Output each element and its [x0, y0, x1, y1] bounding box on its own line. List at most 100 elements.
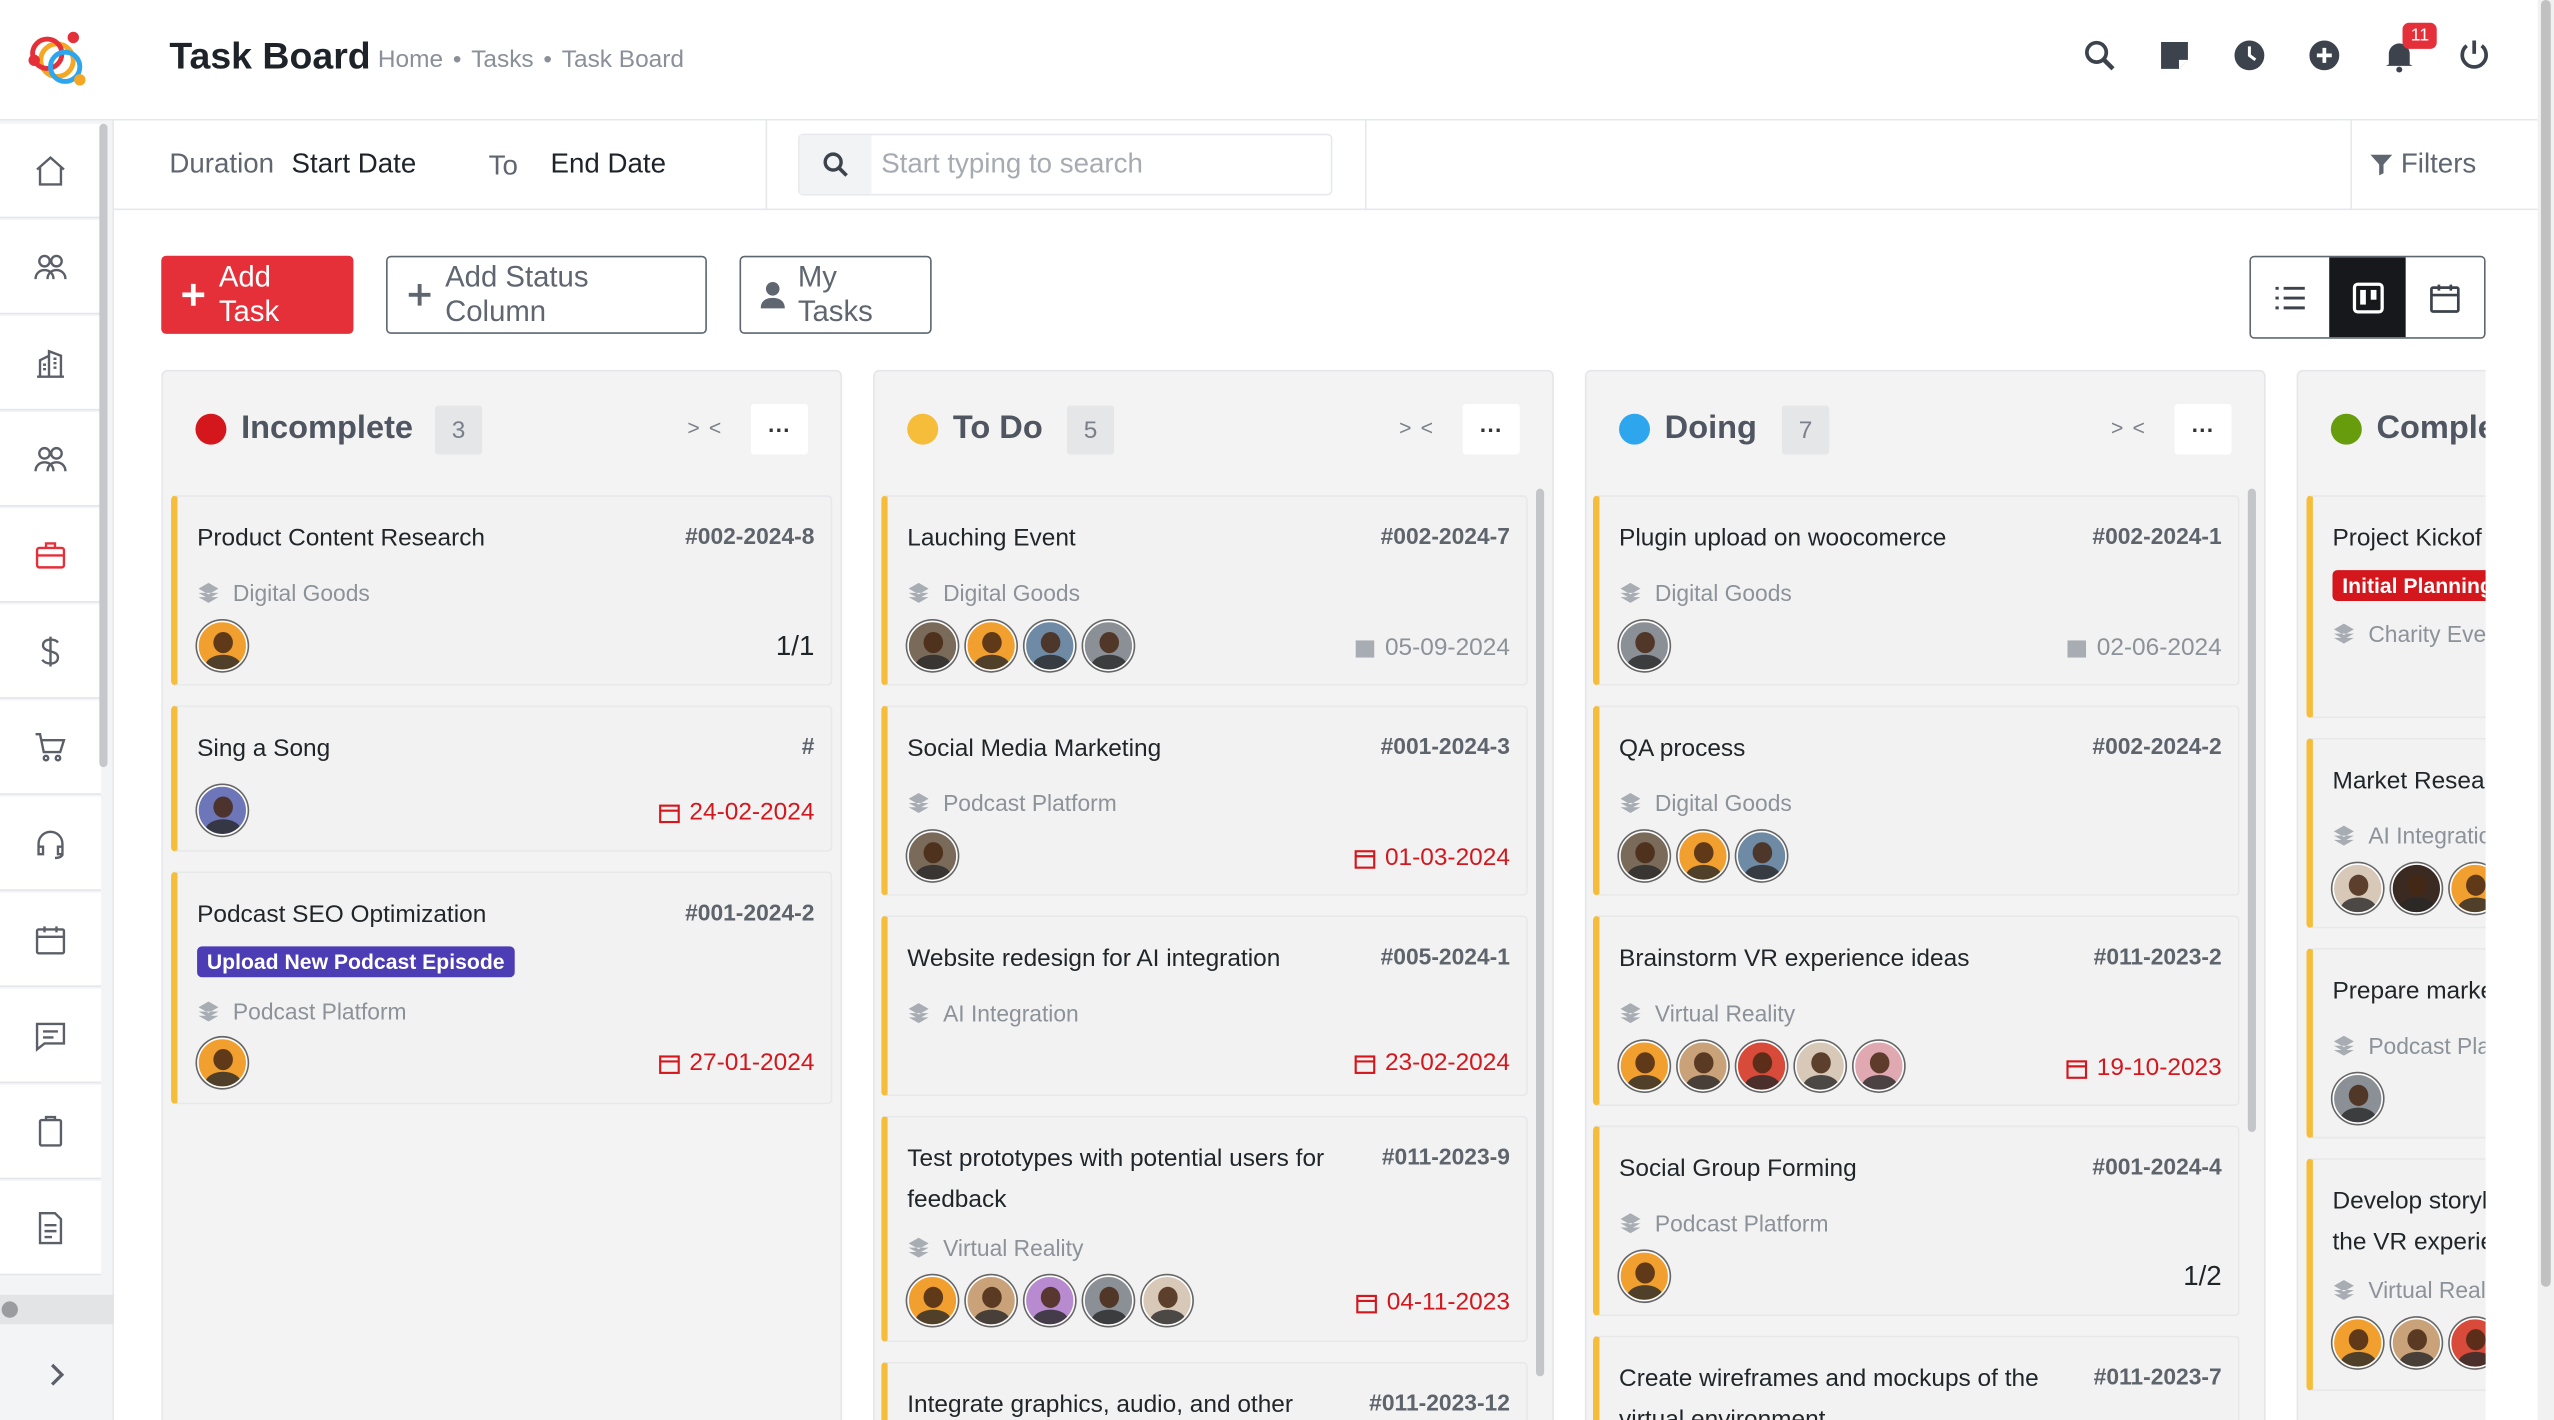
avatar[interactable]	[2391, 863, 2442, 914]
avatar[interactable]	[1736, 1040, 1787, 1092]
task-card[interactable]: Social Media Marketing #001-2024-3 Podca…	[881, 705, 1528, 896]
page-scrollbar[interactable]	[2540, 0, 2551, 1287]
column-header[interactable]: Incomplete 3 > < ···	[163, 371, 841, 488]
avatar[interactable]	[2391, 1317, 2442, 1369]
avatar[interactable]	[965, 620, 1017, 672]
app-logo[interactable]	[0, 0, 115, 121]
avatar[interactable]	[1794, 1040, 1846, 1092]
add-task-button[interactable]: Add Task	[161, 255, 354, 334]
avatar[interactable]	[2449, 863, 2486, 914]
task-card[interactable]: Test prototypes with potential users for…	[881, 1115, 1528, 1343]
avatar[interactable]	[197, 785, 248, 836]
task-title[interactable]: Product Content Research	[197, 518, 637, 559]
sidebar-item-users[interactable]	[0, 412, 101, 507]
end-date-field[interactable]: End Date	[551, 148, 666, 181]
filters-button[interactable]: Filters	[2368, 148, 2476, 181]
avatar[interactable]	[1853, 1040, 1905, 1092]
avatar[interactable]	[1024, 620, 1076, 672]
avatar[interactable]	[2332, 1073, 2383, 1124]
column-menu-button[interactable]: ···	[1462, 403, 1520, 455]
column-scrollbar[interactable]	[2247, 488, 2256, 1133]
sidebar-item-hr[interactable]	[0, 315, 101, 411]
task-card[interactable]: Integrate graphics, audio, and other #01…	[881, 1361, 1528, 1420]
task-card[interactable]: Project Kickof Initial Planning Charity …	[2306, 495, 2486, 719]
task-title[interactable]: Lauching Event	[907, 518, 1347, 559]
sidebar-expand-button[interactable]	[0, 1327, 114, 1420]
task-card[interactable]: Market Resear AI Integratio	[2306, 737, 2486, 929]
collapse-column-button[interactable]: > <	[1399, 415, 1435, 439]
avatar[interactable]	[1141, 1275, 1193, 1326]
avatar[interactable]	[907, 1275, 958, 1326]
avatar[interactable]	[965, 1275, 1017, 1326]
sidebar-item-dashboard[interactable]	[0, 123, 101, 219]
quick-add-button[interactable]	[2306, 36, 2342, 75]
sticky-notes-button[interactable]	[2157, 36, 2193, 75]
sidebar-item-events[interactable]	[0, 892, 101, 988]
calendar-view-button[interactable]	[2406, 257, 2484, 338]
list-view-button[interactable]	[2251, 257, 2329, 338]
column-menu-button[interactable]: ···	[750, 403, 808, 455]
sidebar-horizontal-scrollbar[interactable]	[0, 1294, 115, 1325]
task-title[interactable]: Social Group Forming	[1619, 1148, 2059, 1189]
collapse-column-button[interactable]: > <	[2111, 415, 2147, 439]
avatar[interactable]	[1736, 830, 1787, 882]
task-title[interactable]: Market Resear	[2332, 761, 2485, 802]
timer-button[interactable]	[2231, 36, 2267, 75]
avatar[interactable]	[2332, 1317, 2383, 1369]
sidebar-item-finance[interactable]	[0, 604, 101, 699]
avatar[interactable]	[907, 620, 958, 672]
avatar[interactable]	[1619, 830, 1670, 882]
task-title[interactable]: Prepare marke	[2332, 971, 2485, 1012]
task-card[interactable]: Prepare marke Podcast Pla	[2306, 947, 2486, 1139]
avatar[interactable]	[2449, 1317, 2486, 1369]
add-status-column-button[interactable]: Add Status Column	[386, 255, 707, 334]
task-title[interactable]: Create wireframes and mockups of the vir…	[1619, 1358, 2059, 1420]
task-title[interactable]: Plugin upload on woocomerce	[1619, 518, 2059, 559]
sidebar-item-support[interactable]	[0, 796, 101, 891]
my-tasks-button[interactable]: My Tasks	[739, 255, 932, 334]
sidebar-item-reports[interactable]	[0, 1180, 101, 1276]
task-title[interactable]: Project Kickof	[2332, 518, 2485, 559]
avatar[interactable]	[1619, 1250, 1670, 1302]
search-input[interactable]	[871, 148, 1312, 181]
sidebar-item-notices[interactable]	[0, 1084, 101, 1180]
column-header[interactable]: Doing 7 > < ···	[1586, 371, 2264, 488]
avatar[interactable]	[1677, 830, 1729, 882]
notifications-button[interactable]: 11	[2381, 22, 2438, 75]
task-title[interactable]: Website redesign for AI integration	[907, 938, 1347, 979]
avatar[interactable]	[1024, 1275, 1076, 1326]
task-card[interactable]: Product Content Research #002-2024-8 Dig…	[171, 495, 833, 686]
task-title[interactable]: Develop storyl the VR experie	[2332, 1181, 2485, 1262]
avatar[interactable]	[1083, 1275, 1134, 1326]
task-title[interactable]: Integrate graphics, audio, and other	[907, 1385, 1347, 1420]
avatar[interactable]	[1677, 1040, 1729, 1092]
task-title[interactable]: Social Media Marketing	[907, 728, 1347, 769]
task-card[interactable]: Website redesign for AI integration #005…	[881, 915, 1528, 1097]
collapse-column-button[interactable]: > <	[687, 415, 723, 439]
avatar[interactable]	[1619, 620, 1670, 672]
task-title[interactable]: Brainstorm VR experience ideas	[1619, 938, 2059, 979]
task-card[interactable]: Social Group Forming #001-2024-4 Podcast…	[1592, 1125, 2240, 1317]
column-scrollbar[interactable]	[1535, 488, 1545, 1377]
task-title[interactable]: Sing a Song	[197, 728, 637, 769]
avatar[interactable]	[2332, 863, 2383, 914]
logout-button[interactable]	[2456, 36, 2492, 75]
sidebar-item-messages[interactable]	[0, 988, 101, 1084]
task-title[interactable]: Podcast SEO Optimization	[197, 894, 637, 935]
task-card[interactable]: QA process #002-2024-2 Digital Goods	[1592, 705, 2240, 896]
sidebar-item-work[interactable]	[0, 508, 101, 603]
task-card[interactable]: Sing a Song # 24-02-2024	[171, 705, 833, 852]
avatar[interactable]	[197, 1037, 248, 1089]
column-header[interactable]: To Do 5 > < ···	[875, 371, 1553, 488]
avatar[interactable]	[907, 830, 958, 882]
task-title[interactable]: QA process	[1619, 728, 2059, 769]
breadcrumb-tasks[interactable]: Tasks	[471, 46, 533, 74]
avatar[interactable]	[1619, 1040, 1670, 1092]
start-date-field[interactable]: Start Date	[292, 148, 417, 181]
sidebar-item-orders[interactable]	[0, 700, 101, 795]
search-button[interactable]	[2082, 36, 2118, 75]
task-card[interactable]: Lauching Event #002-2024-7 Digital Goods…	[881, 495, 1528, 686]
column-menu-button[interactable]: ···	[2174, 403, 2232, 455]
avatar[interactable]	[1083, 620, 1134, 672]
column-header[interactable]: Comple	[2298, 371, 2486, 488]
